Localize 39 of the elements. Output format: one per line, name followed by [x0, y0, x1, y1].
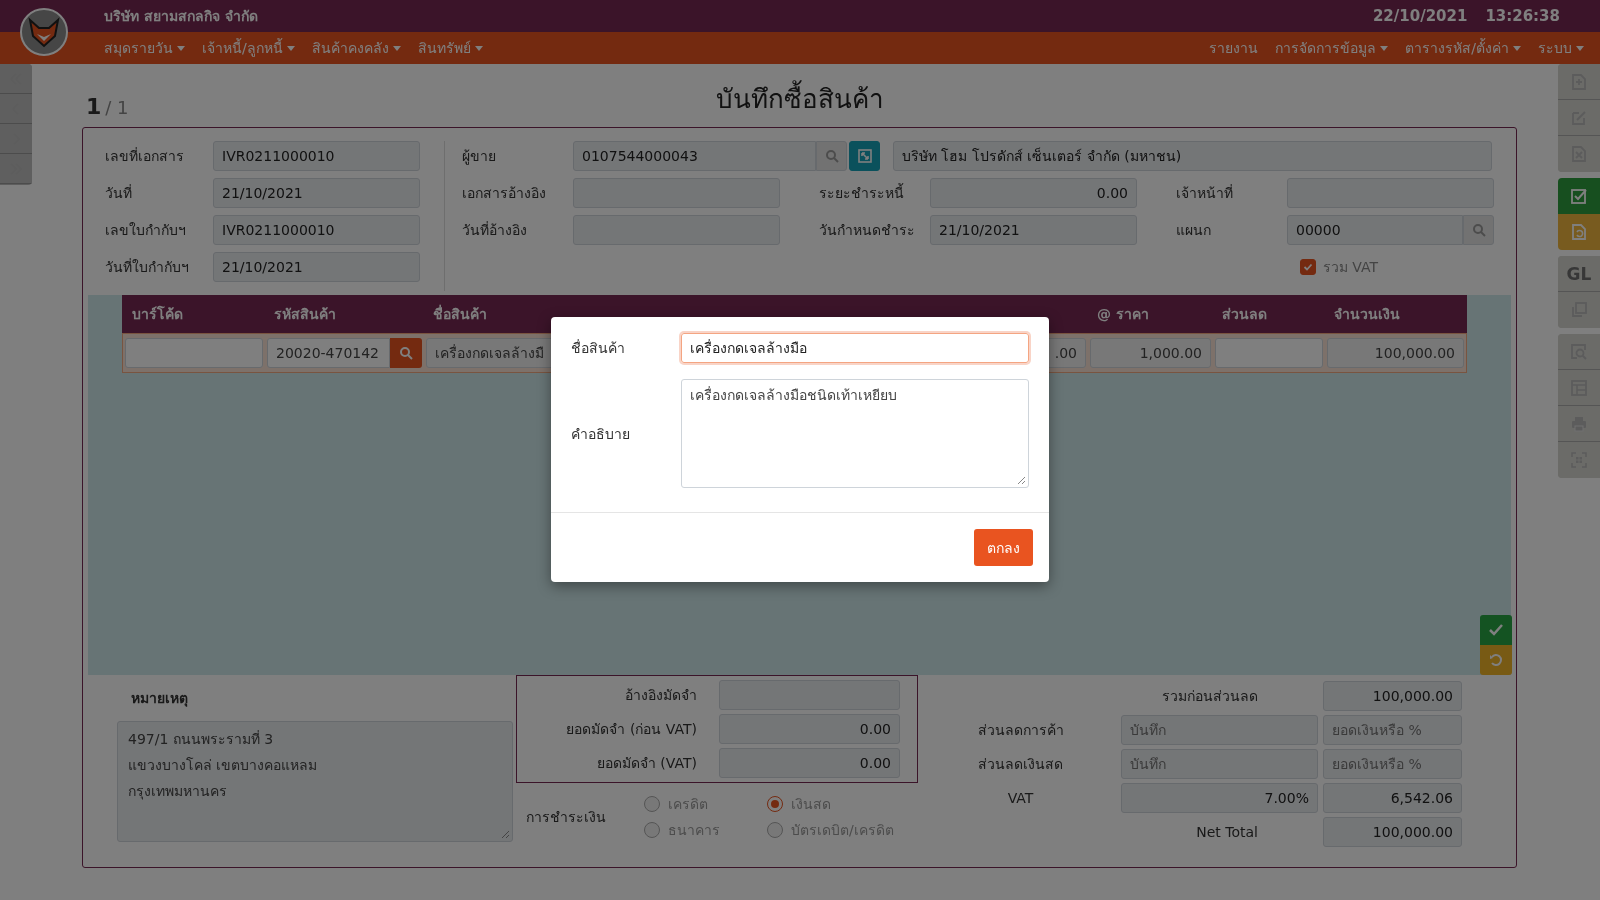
remarks-line: กรุงเทพมหานคร — [128, 782, 228, 802]
field-label: เอกสารอ้างอิง — [462, 184, 547, 203]
field-label: อ้างอิงมัดจำ — [624, 686, 697, 705]
payment-label: การชำระเงิน — [526, 808, 607, 827]
field-label: วันที่ใบกำกับฯ — [105, 257, 190, 277]
field-label: วันที่อ้างอิง — [462, 220, 528, 240]
field-label: ยอดมัดจำ (VAT) — [595, 754, 697, 773]
field-label: วันที่ — [105, 183, 133, 203]
page-number: 1 — [86, 94, 102, 119]
field-label: ยอดมัดจำ (ก่อน VAT) — [565, 720, 697, 739]
column-header: จำนวนเงิน — [1333, 305, 1401, 324]
column-header: @ ราคา — [1096, 305, 1150, 324]
column-header: บาร์โค้ด — [131, 304, 184, 324]
remarks-line: 497/1 ถนนพระรามที่ 3 — [128, 729, 275, 749]
field-label: ผู้ขาย — [462, 147, 497, 167]
total-label: ส่วนลดการค้า — [976, 721, 1065, 740]
remarks-line: แขวงบางโคล่ เขตบางคอแหลม — [128, 756, 319, 775]
field-label: คำอธิบาย — [571, 424, 631, 444]
total-label: รวมก่อนส่วนลด — [1161, 687, 1259, 706]
field-label: วันกำหนดชำระ — [819, 221, 916, 240]
column-header: ชื่อสินค้า — [432, 303, 488, 324]
field-label: เลขที่เอกสาร — [105, 146, 185, 166]
page-title: บันทึกซื้อสินค้า — [715, 78, 884, 119]
field-label: เจ้าหน้าที่ — [1176, 183, 1234, 203]
total-label: Net Total — [1195, 824, 1259, 840]
remarks-label: หมายเหตุ — [130, 689, 189, 707]
field-label: แผนก — [1176, 221, 1212, 240]
field-label: เลขใบกำกับฯ — [105, 221, 187, 240]
field-label: ชื่อสินค้า — [571, 338, 626, 358]
total-label: ส่วนลดเงินสด — [977, 755, 1064, 774]
column-header: ส่วนลด — [1221, 305, 1268, 324]
column-header: รหัสสินค้า — [273, 305, 337, 324]
date-text: 22/10/2021 — [1372, 7, 1468, 25]
time-text: 13:26:38 — [1485, 7, 1560, 25]
field-label: ระยะชำระหนี้ — [819, 182, 905, 203]
checkbox-label: รวม VAT — [1322, 258, 1378, 277]
company-name: บริษัท สยามสกลกิจ จำกัด — [104, 7, 259, 26]
total-label: VAT — [1006, 790, 1035, 806]
page-total: / 1 — [105, 97, 129, 118]
